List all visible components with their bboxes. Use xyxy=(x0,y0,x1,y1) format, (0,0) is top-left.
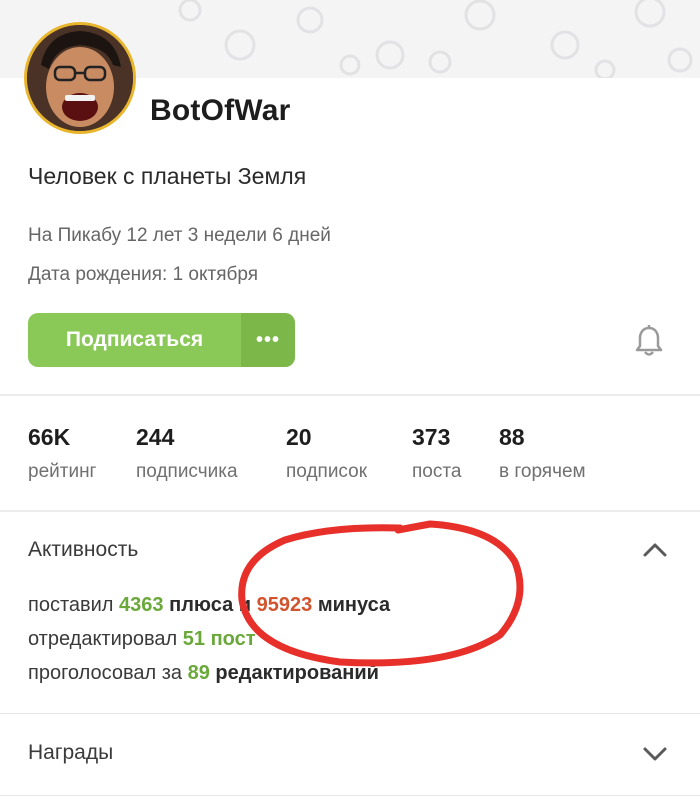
activity-text: пост xyxy=(210,628,256,650)
activity-voted-line: проголосовал за 89 редактирований xyxy=(28,662,379,685)
divider xyxy=(0,713,700,714)
activity-title[interactable]: Активность xyxy=(28,538,138,562)
activity-edits-line: отредактировал 51 пост xyxy=(28,628,256,651)
minus-count: 95923 xyxy=(256,594,313,616)
plus-count: 4363 xyxy=(119,594,164,616)
birthday: Дата рождения: 1 октября xyxy=(28,264,259,285)
stat-value: 88 xyxy=(499,424,525,450)
activity-votes-line: поставил 4363 плюса и 95923 минуса xyxy=(28,594,390,617)
divider xyxy=(0,394,700,396)
more-options-button[interactable]: ••• xyxy=(241,313,295,367)
subscribe-button[interactable]: Подписаться xyxy=(28,313,241,367)
stat-value: 244 xyxy=(136,424,175,450)
profile-status: Человек с планеты Земля xyxy=(28,163,307,189)
stat-rating[interactable]: 66K рейтинг xyxy=(28,424,97,483)
time-on-site: На Пикабу 12 лет 3 недели 6 дней xyxy=(28,225,331,246)
activity-text: редактирований xyxy=(215,662,379,684)
subscribe-button-group: Подписаться ••• xyxy=(28,313,295,367)
chevron-down-icon[interactable] xyxy=(642,745,668,768)
voted-count: 89 xyxy=(187,662,210,684)
divider xyxy=(0,795,700,796)
bell-icon[interactable] xyxy=(633,324,665,363)
activity-text: поставил xyxy=(28,594,114,616)
edit-count: 51 xyxy=(182,628,206,650)
activity-text: плюса и xyxy=(169,594,252,616)
stat-value: 373 xyxy=(412,424,451,450)
stat-posts[interactable]: 373 поста xyxy=(412,424,461,483)
avatar[interactable] xyxy=(24,22,136,134)
activity-text: проголосовал за xyxy=(28,662,183,684)
stat-label: поста xyxy=(412,461,462,482)
stat-value: 20 xyxy=(286,424,312,450)
username: BotOfWar xyxy=(150,94,291,127)
stat-label: подписчика xyxy=(136,461,238,482)
stat-label: подписок xyxy=(286,461,368,482)
stat-label: в горячем xyxy=(499,461,586,482)
stat-label: рейтинг xyxy=(28,461,97,482)
stat-hot[interactable]: 88 в горячем xyxy=(499,424,586,483)
awards-title[interactable]: Награды xyxy=(28,741,113,765)
activity-text: минуса xyxy=(317,594,391,616)
chevron-up-icon[interactable] xyxy=(642,540,668,563)
divider xyxy=(0,510,700,512)
stat-value: 66K xyxy=(28,424,71,450)
stat-subscriptions[interactable]: 20 подписок xyxy=(286,424,367,483)
avatar-image xyxy=(27,25,133,131)
stat-subscribers[interactable]: 244 подписчика xyxy=(136,424,238,483)
activity-text: отредактировал xyxy=(28,628,178,650)
